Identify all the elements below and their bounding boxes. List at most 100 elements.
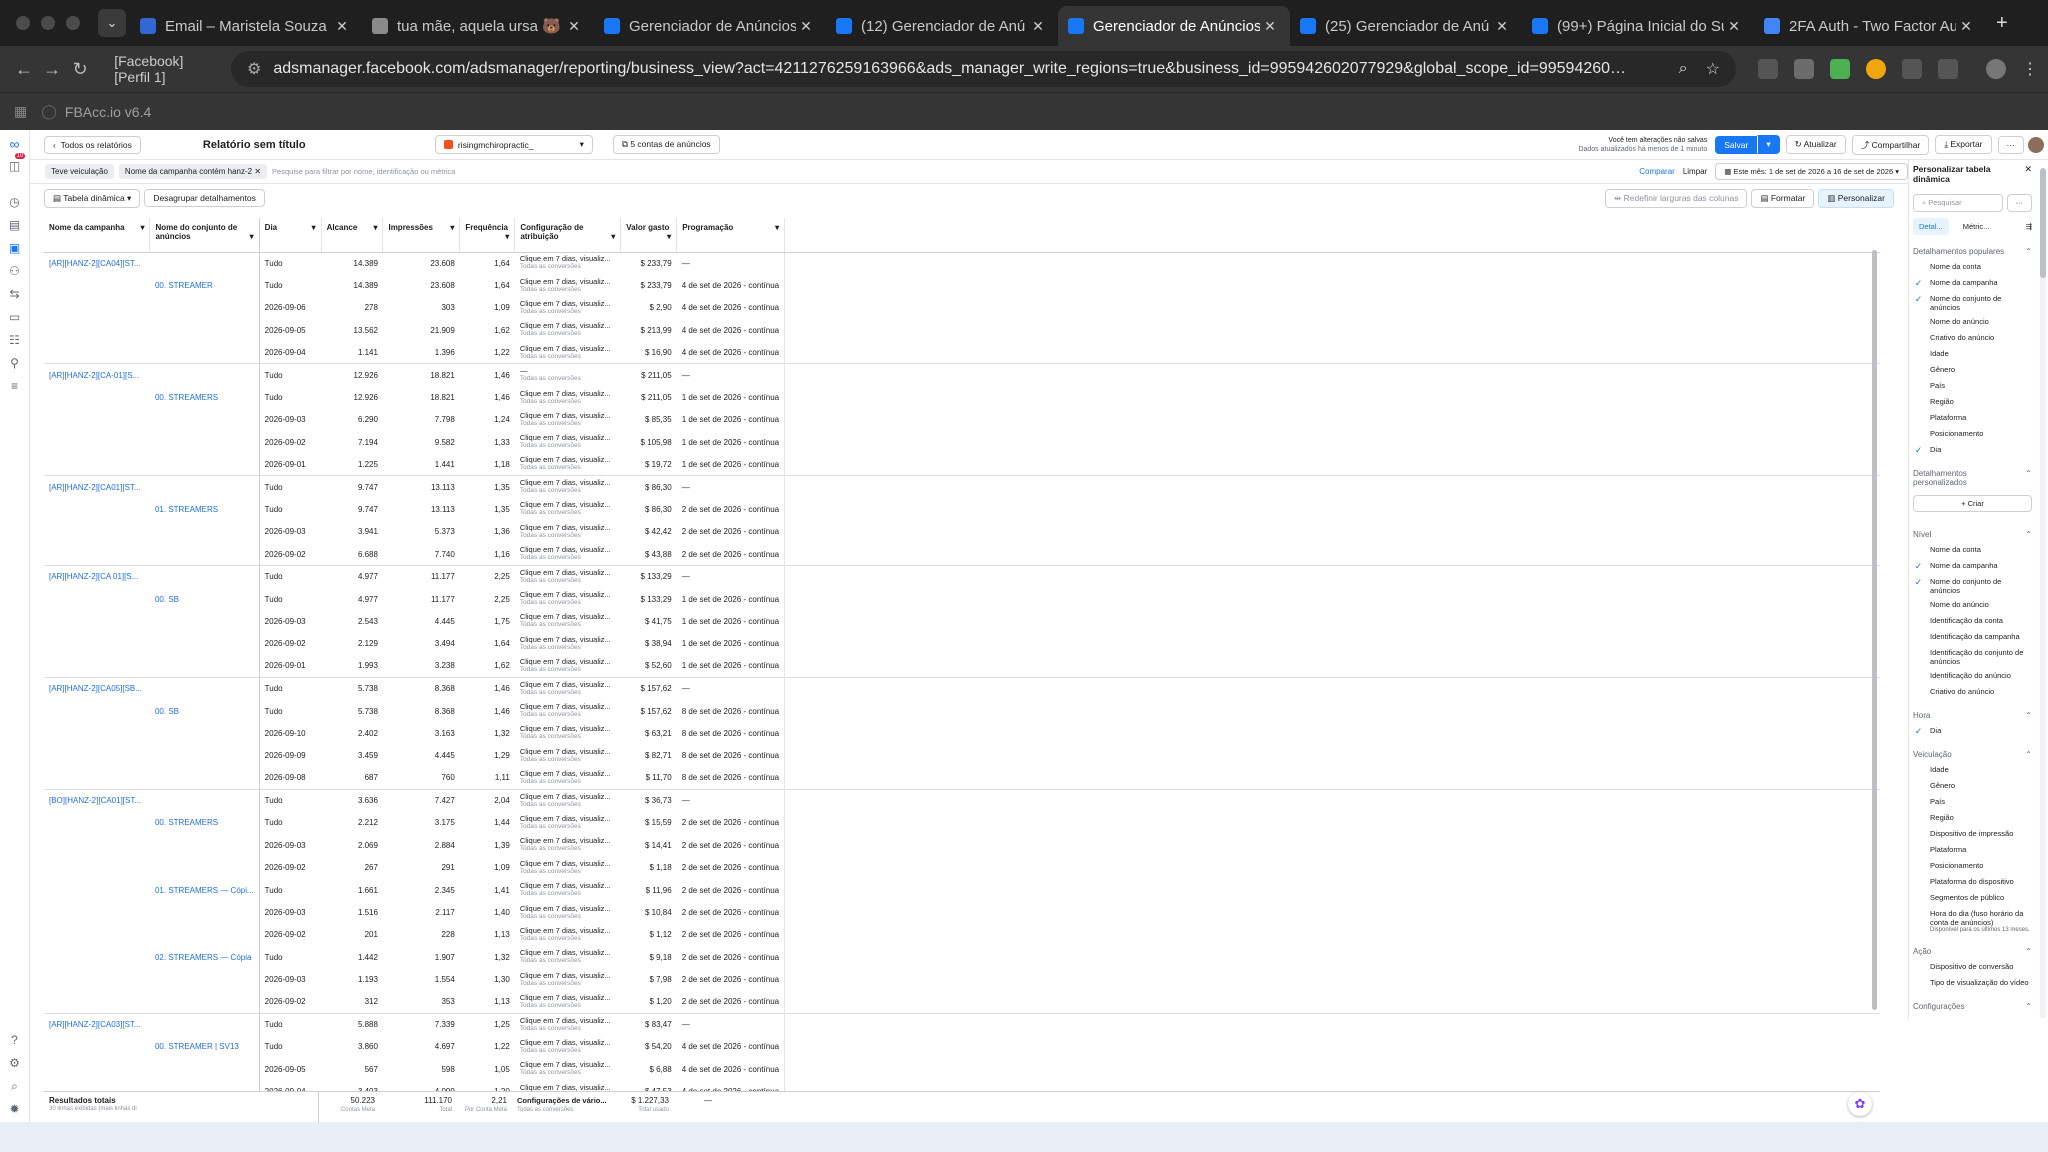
table-row[interactable]: [AR][HANZ-2][CA04][ST... Tudo 14.389 23.608… [44,251,1880,275]
checkmark-icon[interactable]: ✓ [1913,561,1924,572]
bug-icon[interactable]: ✹ [8,1102,22,1116]
tab-close-icon[interactable]: ✕ [332,18,352,35]
adset-cell[interactable] [149,520,260,544]
checkbox[interactable] [1913,413,1924,424]
new-tab-button[interactable]: + [1996,12,2008,35]
checkbox[interactable] [1913,877,1924,888]
adset-cell[interactable] [149,296,260,320]
adset-cell[interactable] [149,856,260,879]
table-row[interactable]: [AR][HANZ-2][CA03][ST... Tudo 5.888 7.339 1,… [44,1012,1880,1036]
forward-icon[interactable]: → [38,59,66,80]
adset-cell[interactable] [149,901,260,924]
chrome-extension-icon[interactable] [1865,59,1886,79]
adset-cell[interactable] [149,722,260,745]
browser-tab[interactable]: Email – Maristela Souza ✕ [130,6,362,46]
tab-close-icon[interactable]: ✕ [1724,18,1744,35]
campaign-cell[interactable]: [AR][HANZ-2][CA 01][S... [44,564,150,588]
breakdown-option[interactable]: Hora do dia (fuso horário da conta de an… [1909,907,2036,937]
checkbox[interactable] [1913,429,1924,440]
assistant-fab-icon[interactable]: ✿ [1848,1092,1872,1116]
billing-icon[interactable]: ▭ [8,310,22,324]
adset-cell[interactable] [149,341,260,364]
catalog-icon[interactable]: ☷ [8,333,22,347]
table-row[interactable]: 2026-09-03 1.193 1.554 1,30 Clique em 7 dias… [44,968,1880,991]
checkbox[interactable] [1913,861,1924,872]
campaign-cell[interactable] [44,297,150,319]
filter-chip-delivery[interactable]: Teve veiculação [45,164,114,179]
adset-cell[interactable]: 01. STREAMERS [149,498,260,521]
breakdown-option[interactable]: Identificação da conta [1909,614,2036,630]
column-header[interactable]: Alcance ▾ [321,218,384,253]
zoom-icon[interactable]: ⌕ [1679,60,1688,78]
breakdown-option[interactable]: Gênero [1909,779,2036,795]
filter-search-input[interactable]: Pesquise para filtrar por nome, identifi… [272,167,1639,176]
bookmark-fbacc[interactable]: FBAcc.io v6.4 [65,104,151,120]
campaign-cell[interactable] [44,924,150,946]
search-icon[interactable]: ⌕ [8,1079,22,1093]
column-menu-icon[interactable]: ▾ [667,232,671,241]
breakdown-option[interactable]: Criativo do anúncio [1909,331,2036,347]
adset-cell[interactable] [149,319,260,342]
campaign-cell[interactable] [44,812,150,834]
ungroup-button[interactable]: Desagrupar detalhamentos [144,189,265,207]
table-row[interactable]: 2026-09-10 2.402 3.163 1,32 Clique em 7 dias… [44,722,1880,745]
campaign-cell[interactable] [44,969,150,991]
share-button[interactable]: ⤴ Compartilhar [1851,134,1930,155]
adset-cell[interactable]: 00. SB [149,699,260,723]
checkbox[interactable] [1913,909,1924,920]
browser-tab[interactable]: 2FA Auth - Two Factor Au ✕ [1754,6,1986,46]
adset-cell[interactable] [149,610,260,633]
puzzle-icon[interactable] [1901,59,1922,79]
campaign-cell[interactable] [44,946,150,968]
table-row[interactable]: 02. STREAMERS — Cópia Tudo 1.442 1.907 1,32 C… [44,946,1880,969]
checkbox[interactable] [1913,765,1924,776]
browser-tab[interactable]: (25) Gerenciador de Anú ✕ [1290,6,1522,46]
table-row[interactable]: 00. STREAMERS Tudo 12.926 18.821 1,46 Clique … [44,386,1880,409]
tab-close-icon[interactable]: ✕ [564,18,584,35]
table-row[interactable]: 00. STREAMERS Tudo 2.212 3.175 1,44 Clique em… [44,811,1880,835]
breakdown-option[interactable]: Idade [1909,763,2036,779]
breakdown-option[interactable]: ✓ Nome do conjunto de anúncios [1909,292,2036,315]
sidepanel-icon[interactable] [1937,59,1958,79]
checkmark-icon[interactable]: ✓ [1913,577,1924,588]
kebab-menu-icon[interactable]: ⋮ [2022,59,2038,79]
column-menu-icon[interactable]: ▾ [611,232,615,241]
campaign-cell[interactable] [44,1058,150,1080]
adset-cell[interactable]: 00. STREAMERS [149,811,260,835]
breakdown-option[interactable]: Posicionamento [1909,859,2036,875]
table-row[interactable]: 00. SB Tudo 4.977 11.177 2,25 Clique em 7 dia… [44,587,1880,611]
breakdown-option[interactable]: Nome do anúncio [1909,315,2036,331]
table-row[interactable]: 2026-09-02 6.688 7.740 1,16 Clique em 7 dias… [44,543,1880,566]
date-range-picker[interactable]: ▦ Este mês: 1 de set de 2026 a 16 de set… [1715,163,1908,180]
table-row[interactable]: 2026-09-03 6.290 7.798 1,24 Clique em 7 dias… [44,408,1880,432]
adset-cell[interactable] [149,834,260,857]
column-header[interactable]: Frequência ▾ [459,218,516,253]
table-row[interactable]: 2026-09-03 2.069 2.884 1,39 Clique em 7 dias… [44,834,1880,857]
browser-tab[interactable]: tua mãe, aquela ursa 🐻 ✕ [362,6,594,46]
checkbox[interactable] [1913,781,1924,792]
close-icon[interactable]: ✕ [254,167,261,176]
breakdown-option[interactable]: Idade [1909,347,2036,363]
breakdown-option[interactable]: Tipo de visualização do vídeo [1909,976,2036,992]
table-row[interactable]: 01. STREAMERS — Cópi... Tudo 1.661 2.345 1,4… [44,878,1880,902]
tab-close-icon[interactable]: ✕ [1028,18,1048,35]
panel-search-input[interactable]: ⌕ Pesquisar [1913,194,2003,212]
breakdown-option[interactable]: Segmentos de público [1909,891,2036,907]
close-window-button[interactable] [16,16,30,30]
reset-widths-button[interactable]: ⇹ Redefinir larguras das colunas [1605,188,1748,208]
table-row[interactable]: [AR][HANZ-2][CA01][ST... Tudo 9.747 13.113 1… [44,475,1880,499]
adset-cell[interactable] [149,676,260,700]
breakdown-option[interactable]: Região [1909,395,2036,411]
campaign-cell[interactable] [44,498,150,520]
breakdown-option[interactable]: Dispositivo de impressão [1909,827,2036,843]
column-header[interactable]: Impressões ▾ [382,218,461,253]
breakdown-option[interactable]: Identificação do conjunto de anúncios [1909,646,2036,669]
table-row[interactable]: 2026-09-01 1.993 3.238 1,62 Clique em 7 dias… [44,655,1880,678]
browser-tab[interactable]: (12) Gerenciador de Anú ✕ [826,6,1058,46]
campaign-cell[interactable]: [AR][HANZ-2][CA01][ST... [44,475,150,499]
panel-scrollbar-thumb[interactable] [2040,168,2046,278]
column-menu-icon[interactable]: ▾ [312,223,316,232]
campaign-cell[interactable] [44,521,150,543]
column-header[interactable]: Nome do conjunto de anúncios ▾ [149,218,260,253]
bookmark-star-icon[interactable]: ☆ [1706,59,1720,79]
